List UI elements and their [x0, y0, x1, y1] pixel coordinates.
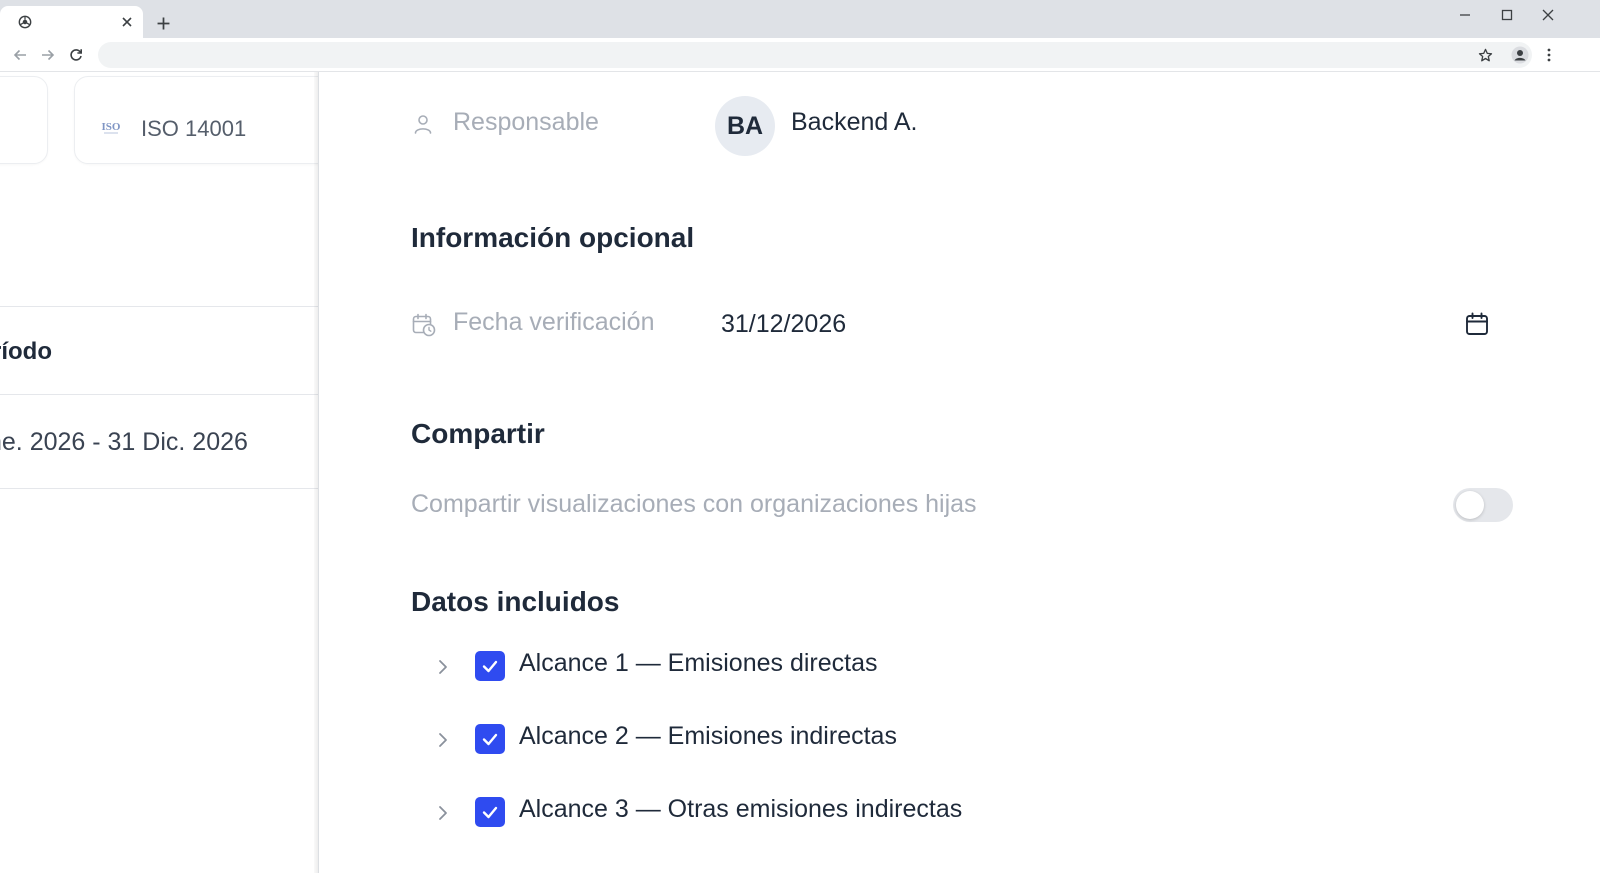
browser-menu-icon[interactable]	[1539, 45, 1559, 65]
iso-chip-label: ISO 14001	[141, 116, 247, 141]
background-page-panel: ISO ISO 14001 ríodo ne. 2026 - 31 Dic. 2…	[0, 72, 322, 873]
scope-2-checkbox[interactable]	[475, 724, 505, 754]
calendar-icon[interactable]	[1464, 311, 1490, 337]
check-icon	[482, 806, 498, 819]
minimize-icon[interactable]	[1450, 4, 1480, 26]
calendar-clock-icon	[412, 313, 436, 337]
share-toggle[interactable]	[1453, 488, 1513, 522]
avatar[interactable]: BA	[715, 96, 775, 156]
verification-date-label: Fecha verificación	[453, 308, 655, 336]
bookmark-star-icon[interactable]	[1475, 45, 1495, 65]
chevron-right-icon[interactable]	[433, 730, 453, 750]
svg-text:ISO: ISO	[102, 121, 121, 133]
profile-avatar-icon[interactable]	[1510, 45, 1530, 65]
browser-tab[interactable]	[0, 6, 143, 38]
standard-chip[interactable]	[0, 76, 48, 164]
standard-chip-iso[interactable]: ISO ISO 14001	[74, 76, 322, 164]
chevron-right-icon[interactable]	[433, 657, 453, 677]
back-arrow-icon[interactable]	[10, 45, 30, 65]
included-data-item: Alcance 2 — Emisiones indirectas	[433, 720, 1233, 760]
share-title: Compartir	[411, 418, 545, 449]
included-data-item: Alcance 1 — Emisiones directas	[433, 647, 1233, 687]
optional-info-title: Información opcional	[411, 222, 695, 253]
period-range-value: ne. 2026 - 31 Dic. 2026	[0, 428, 248, 456]
window-close-icon[interactable]	[1533, 4, 1563, 26]
check-icon	[482, 660, 498, 673]
chevron-right-icon[interactable]	[433, 803, 453, 823]
new-tab-plus-icon[interactable]	[152, 12, 174, 34]
user-icon	[414, 115, 432, 134]
included-data-item: Alcance 3 — Otras emisiones indirectas	[433, 793, 1233, 833]
scope-1-label: Alcance 1 — Emisiones directas	[519, 649, 878, 677]
address-bar[interactable]	[98, 42, 1532, 68]
browser-toolbar	[0, 38, 1600, 72]
periodo-header: ríodo	[0, 338, 52, 365]
reload-icon[interactable]	[66, 45, 86, 65]
scope-3-label: Alcance 3 — Otras emisiones indirectas	[519, 795, 963, 823]
maximize-icon[interactable]	[1492, 4, 1522, 26]
divider	[0, 488, 322, 489]
divider	[0, 394, 322, 395]
responsable-label: Responsable	[453, 108, 599, 136]
tab-close-icon[interactable]	[118, 13, 136, 31]
toggle-knob	[1456, 491, 1484, 519]
scope-2-label: Alcance 2 — Emisiones indirectas	[519, 722, 897, 750]
browser-tabstrip	[0, 0, 1600, 38]
check-icon	[482, 733, 498, 746]
iso-logo-icon: ISO	[102, 121, 121, 134]
divider	[0, 306, 322, 307]
scope-3-checkbox[interactable]	[475, 797, 505, 827]
side-drawer: Responsable BA Backend A. Información op…	[319, 72, 1600, 873]
share-toggle-label: Compartir visualizaciones con organizaci…	[411, 490, 977, 518]
included-data-title: Datos incluidos	[411, 586, 620, 617]
verification-date-input[interactable]	[709, 300, 1489, 348]
scope-1-checkbox[interactable]	[475, 651, 505, 681]
responsable-name[interactable]: Backend A.	[791, 108, 917, 137]
forward-arrow-icon[interactable]	[38, 45, 58, 65]
chrome-favicon-icon	[18, 15, 32, 29]
avatar-initials: BA	[726, 111, 764, 140]
